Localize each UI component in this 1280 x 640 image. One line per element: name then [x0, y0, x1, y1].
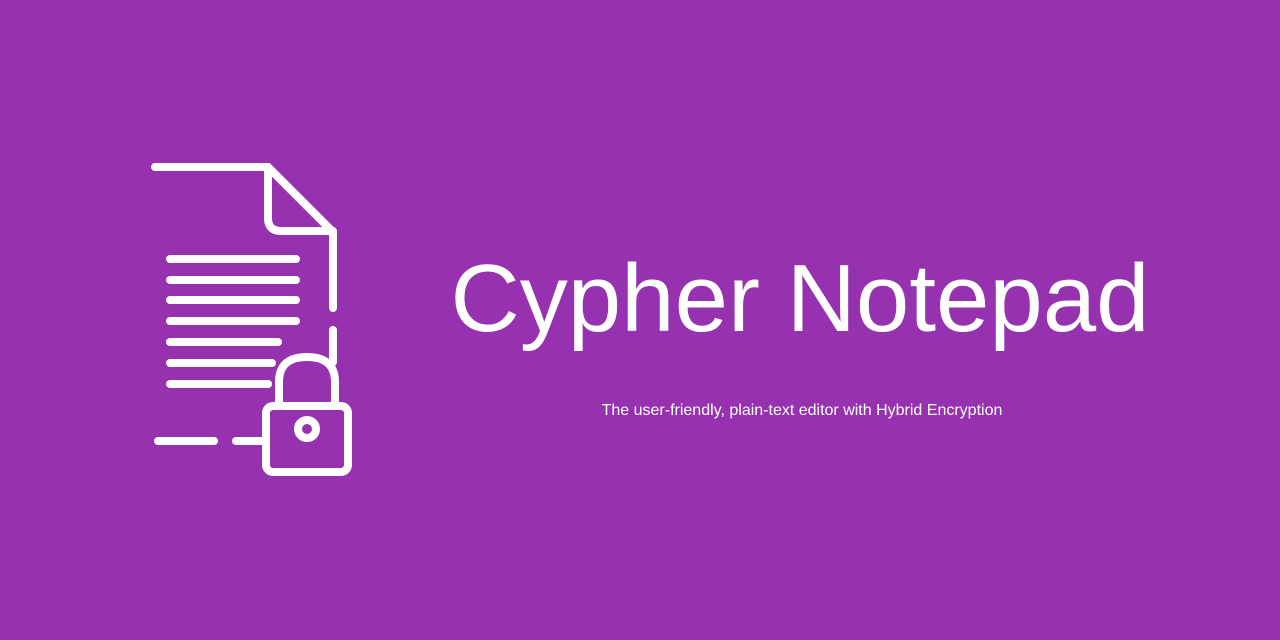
banner: Cypher Notepad The user-friendly, plain-… [0, 0, 1280, 640]
encrypted-document-icon [151, 163, 352, 476]
app-title: Cypher Notepad [450, 245, 1150, 352]
app-tagline: The user-friendly, plain-text editor wit… [601, 402, 1003, 419]
